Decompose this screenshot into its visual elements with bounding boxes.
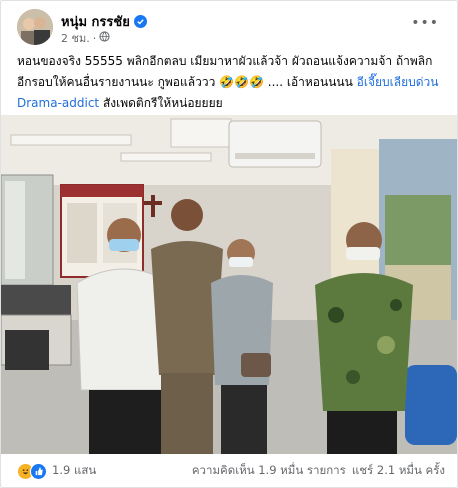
dot-separator: · [92, 31, 97, 45]
like-reaction-icon [30, 462, 47, 480]
more-options-icon[interactable]: ••• [411, 15, 439, 31]
post-time[interactable]: 2 ชม. [61, 29, 90, 47]
reactions[interactable]: 1.9 แสน [17, 462, 96, 480]
post-header: หนุ่ม กรรชัย 2 ชม. · ••• [17, 9, 441, 45]
globe-icon [99, 31, 110, 45]
comments-count[interactable]: ความคิดเห็น 1.9 หมื่น รายการ [192, 462, 346, 480]
tag-link-1[interactable]: อีเจี๊ยบเลียบด่วน [357, 75, 439, 89]
author-avatar[interactable] [17, 9, 53, 45]
shares-count[interactable]: แชร์ 2.1 หมื่น ครั้ง [352, 462, 445, 480]
post-footer: 1.9 แสน ความคิดเห็น 1.9 หมื่น รายการ แชร… [17, 459, 445, 483]
post-text-end: สังเพดติกรีให้หน่อยยยย [99, 96, 223, 110]
reaction-count: 1.9 แสน [52, 463, 97, 477]
post-text: หอนของจริง 55555 พลิกอีกตลบ เมียมาหาผัวแ… [17, 51, 445, 114]
verified-badge-icon [133, 15, 147, 28]
post-card: หนุ่ม กรรชัย 2 ชม. · ••• หอนของจริง 5555… [0, 0, 458, 488]
tag-link-2[interactable]: Drama-addict [17, 96, 99, 110]
post-meta: 2 ชม. · [61, 29, 110, 47]
post-stats: ความคิดเห็น 1.9 หมื่น รายการ แชร์ 2.1 หม… [192, 462, 445, 480]
post-photo[interactable] [1, 115, 457, 454]
